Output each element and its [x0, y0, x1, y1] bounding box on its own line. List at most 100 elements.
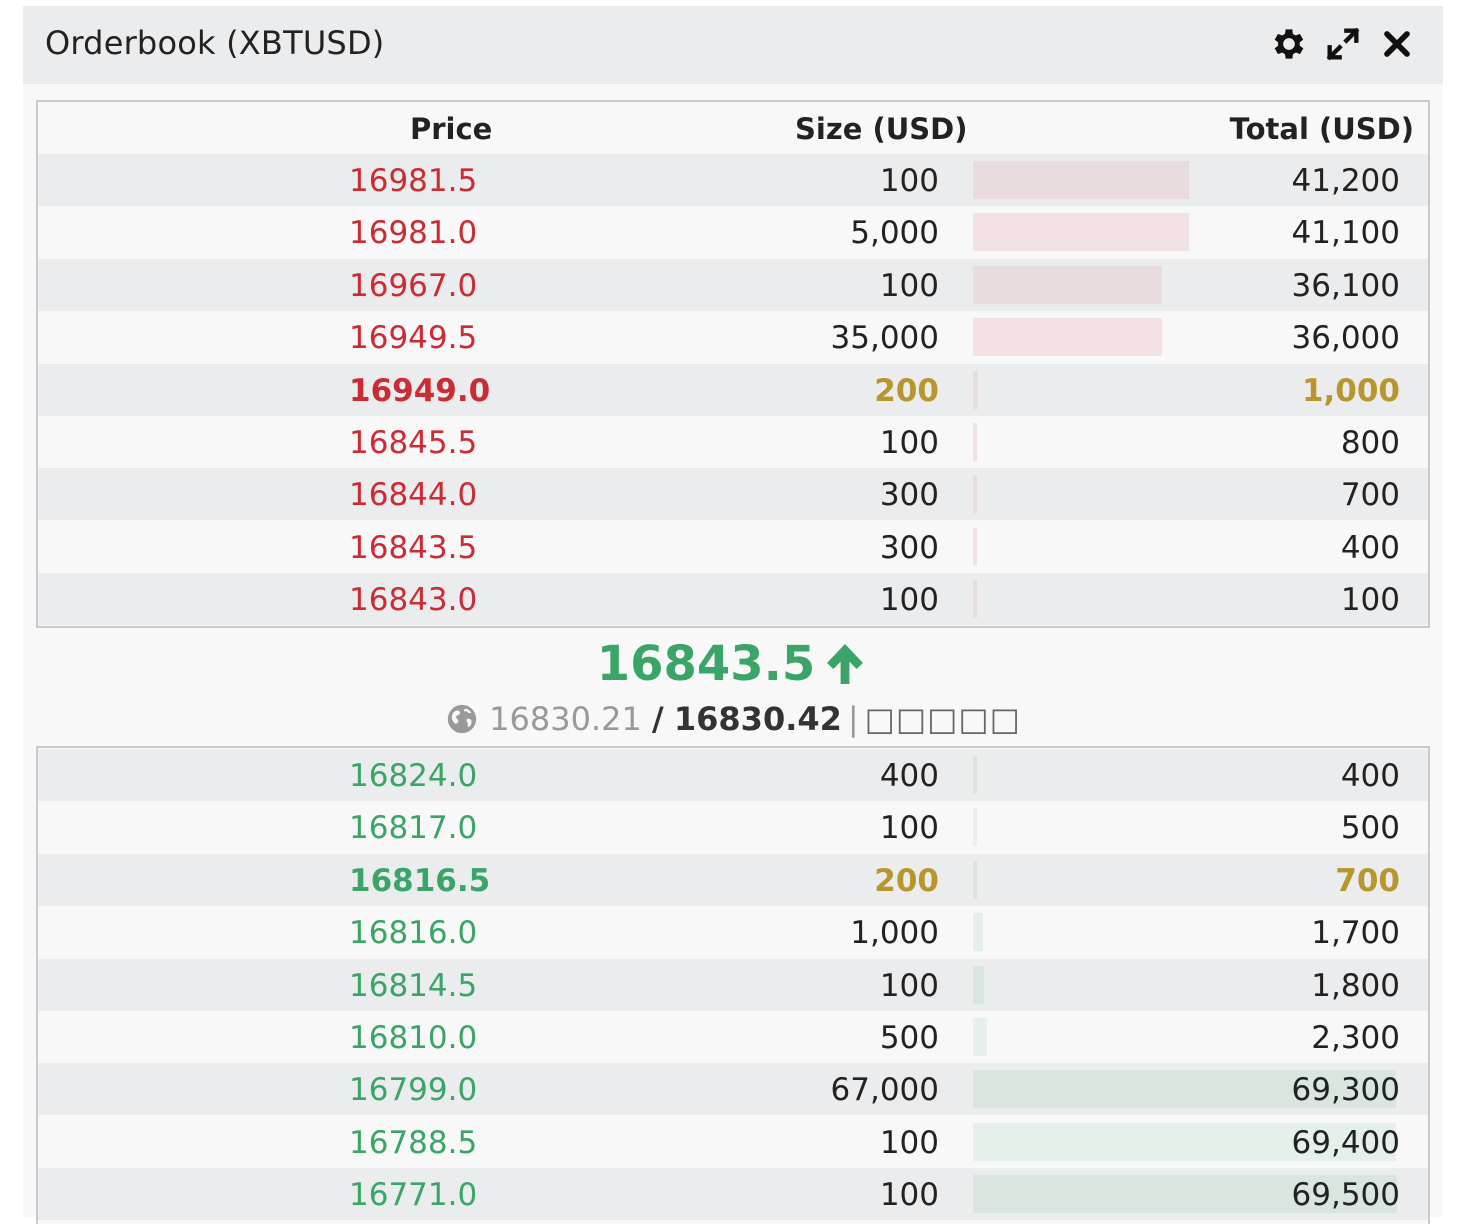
bid-total: 500: [1340, 810, 1400, 847]
bid-size: 500: [879, 1020, 939, 1056]
bid-size: 1,000: [850, 915, 939, 952]
bid-row[interactable]: 16771.0 100 69,500: [38, 1168, 1428, 1221]
ask-row[interactable]: 16949.5 35,000 36,000: [38, 311, 1428, 363]
ask-total: 36,100: [1291, 267, 1400, 304]
bid-row[interactable]: 16814.5 100 1,800: [38, 958, 1428, 1011]
ask-size: 100: [879, 582, 939, 619]
ask-total: 36,000: [1291, 320, 1400, 357]
ask-row[interactable]: 16843.5 300 400: [38, 521, 1428, 573]
bid-depth-bar: [973, 965, 984, 1004]
bid-row[interactable]: 16816.5 200 700: [38, 853, 1428, 906]
bid-size: 100: [879, 810, 939, 847]
bid-depth-bar: [973, 860, 978, 899]
ask-row[interactable]: 16967.0 100 36,100: [38, 258, 1428, 311]
globe-icon[interactable]: [445, 702, 479, 736]
ask-depth-bar: [973, 423, 978, 461]
ask-row[interactable]: 16844.0 300 700: [38, 468, 1428, 521]
bid-row[interactable]: 16788.5 100 69,400: [38, 1116, 1428, 1168]
index-price: 16830.21: [489, 700, 642, 738]
ask-depth-bar: [973, 213, 1189, 252]
ask-size: 300: [879, 529, 939, 566]
last-trade-price: 16843.5: [23, 636, 1443, 692]
bid-price: 16771.0: [349, 1177, 478, 1214]
ask-size: 100: [879, 267, 939, 304]
column-header-total[interactable]: Total (USD): [1230, 112, 1414, 146]
bid-price: 16810.0: [349, 1020, 478, 1056]
ask-depth-bar: [973, 318, 1162, 357]
bid-row[interactable]: 16817.0 100 500: [38, 801, 1428, 853]
ask-depth-bar: [973, 475, 977, 514]
bid-row[interactable]: 16799.0 67,000 69,300: [38, 1063, 1428, 1116]
bid-depth-bar: [973, 1018, 988, 1056]
bid-depth-bar: [973, 756, 977, 794]
bid-depth-bar: [973, 808, 977, 847]
ask-size: 5,000: [850, 215, 939, 252]
ask-total: 800: [1340, 425, 1400, 461]
bid-size: 100: [879, 1124, 939, 1161]
ask-depth-bar: [973, 370, 979, 409]
ask-price: 16981.0: [349, 215, 478, 252]
asks-table: Price Size (USD) Total (USD) 16981.5 100 4…: [36, 100, 1430, 628]
index-label: □□□□□: [864, 700, 1021, 738]
panel-title: Orderbook (XBTUSD): [45, 24, 385, 62]
bid-total: 1,800: [1311, 967, 1400, 1004]
bid-size: 100: [879, 1177, 939, 1214]
bid-size: 100: [879, 967, 939, 1004]
ask-row[interactable]: 16843.0 100 100: [38, 573, 1428, 626]
ask-size: 35,000: [830, 320, 939, 357]
close-icon[interactable]: [1377, 24, 1417, 64]
bid-price: 16817.0: [349, 810, 478, 847]
ask-price: 16949.0: [349, 372, 491, 409]
bid-row[interactable]: 16824.0 400 400: [38, 749, 1428, 801]
ask-price: 16843.0: [349, 582, 478, 619]
bid-price: 16799.0: [349, 1072, 478, 1109]
mark-price: 16830.42: [673, 700, 842, 738]
bid-size: 200: [874, 862, 939, 899]
column-header-price[interactable]: Price: [410, 112, 492, 146]
orderbook-panel: Orderbook (XBTUSD) Price Size (USD) Tota…: [23, 6, 1443, 1224]
column-header-row: Price Size (USD) Total (USD): [38, 102, 1428, 154]
bid-row[interactable]: 16816.0 1,000 1,700: [38, 906, 1428, 958]
ask-total: 1,000: [1301, 372, 1400, 409]
ask-price: 16981.5: [349, 163, 478, 199]
ask-total: 41,200: [1291, 163, 1400, 199]
ask-row[interactable]: 16981.0 5,000 41,100: [38, 206, 1428, 258]
index-separator: /: [652, 700, 664, 738]
gear-icon[interactable]: [1269, 24, 1309, 64]
bid-total: 700: [1335, 862, 1400, 899]
last-price-value: 16843.5: [596, 636, 816, 692]
ask-price: 16843.5: [349, 529, 478, 566]
expand-icon[interactable]: [1323, 24, 1363, 64]
ask-price: 16845.5: [349, 425, 478, 461]
divider: |: [847, 700, 859, 738]
ask-total: 400: [1340, 529, 1400, 566]
bid-total: 69,300: [1291, 1072, 1400, 1109]
ask-total: 41,100: [1291, 215, 1400, 252]
bid-total: 1,700: [1311, 915, 1400, 952]
ask-size: 300: [879, 477, 939, 514]
bid-total: 2,300: [1311, 1020, 1400, 1056]
bid-price: 16788.5: [349, 1124, 478, 1161]
ask-row[interactable]: 16845.5 100 800: [38, 416, 1428, 468]
bid-size: 67,000: [830, 1072, 939, 1109]
bid-total: 400: [1340, 758, 1400, 794]
ask-total: 100: [1340, 582, 1400, 619]
ask-price: 16844.0: [349, 477, 478, 514]
bid-size: 400: [879, 758, 939, 794]
ask-size: 100: [879, 425, 939, 461]
bid-price: 16824.0: [349, 758, 478, 794]
ask-row[interactable]: 16949.0 200 1,000: [38, 363, 1428, 416]
arrow-up-icon: [821, 640, 869, 688]
bid-price: 16816.5: [349, 862, 491, 899]
bid-price: 16814.5: [349, 967, 478, 1004]
column-header-size[interactable]: Size (USD): [795, 112, 968, 146]
ask-row[interactable]: 16981.5 100 41,200: [38, 154, 1428, 206]
bids-table: 16824.0 400 400 16817.0 100 500 16816.5 200 700 1…: [36, 746, 1430, 1224]
ask-size: 200: [874, 372, 939, 409]
bid-row[interactable]: 16810.0 500 2,300: [38, 1011, 1428, 1063]
ask-depth-bar: [973, 527, 977, 566]
ask-total: 700: [1340, 477, 1400, 514]
ask-depth-bar: [973, 265, 1163, 304]
panel-titlebar: Orderbook (XBTUSD): [23, 6, 1443, 84]
index-mark-line: 16830.21 / 16830.42 | □□□□□: [23, 698, 1443, 738]
